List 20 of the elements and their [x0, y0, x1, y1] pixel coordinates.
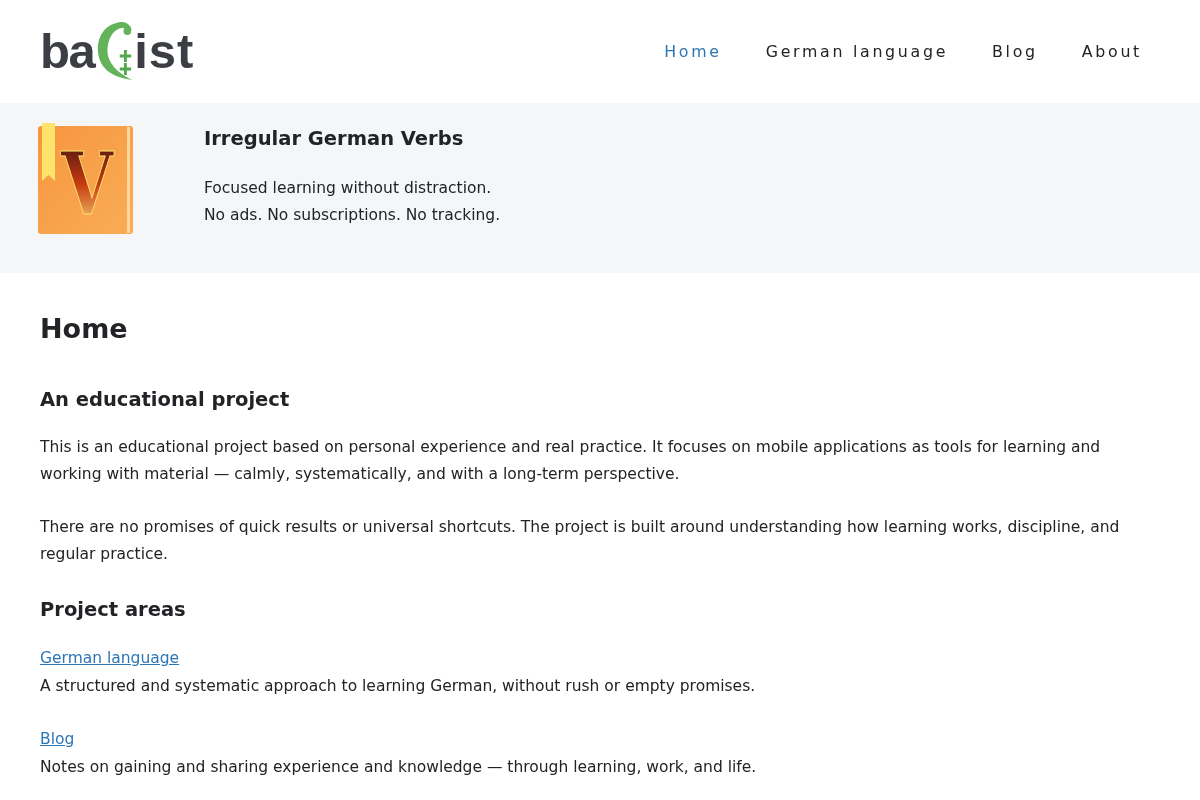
clef-icon — [97, 20, 134, 81]
section-heading: Project areas — [40, 598, 187, 621]
link-description: A structured and systematic approach to learning German, without rush or empty promises. — [40, 676, 757, 697]
link-description: Notes on gaining and sharing experience and knowledge — through learning, work, and life. — [40, 757, 758, 778]
paragraph: There are no promises of quick results or universal shortcuts. The project is built around understanding how learning works, discipline, and regular practice. — [40, 517, 1121, 565]
section-link[interactable]: German language — [40, 646, 180, 671]
app-tagline: Focused learning without distraction. — [204, 178, 493, 199]
logo-text: ist — [134, 26, 195, 76]
paragraph: This is an educational project based on personal experience and real practice. It focuses on mobile applications as tools for learning and working with material — calmly, systematically, and with a long-term perspective. — [40, 437, 1102, 485]
section-link[interactable]: Blog — [40, 727, 75, 752]
section-heading: An educational project — [40, 388, 291, 411]
page-title: Home — [40, 313, 129, 344]
nav-link[interactable]: About — [1081, 42, 1142, 61]
book-icon: V — [38, 123, 134, 235]
nav-link[interactable]: Home — [664, 42, 722, 61]
app-title: Irregular German Verbs — [204, 127, 465, 150]
app-tagline: No ads. No subscriptions. No tracking. — [204, 205, 501, 226]
nav-link[interactable]: Blog — [992, 42, 1038, 61]
nav-link[interactable]: German language — [765, 42, 949, 61]
logo-text: ba — [40, 26, 95, 76]
